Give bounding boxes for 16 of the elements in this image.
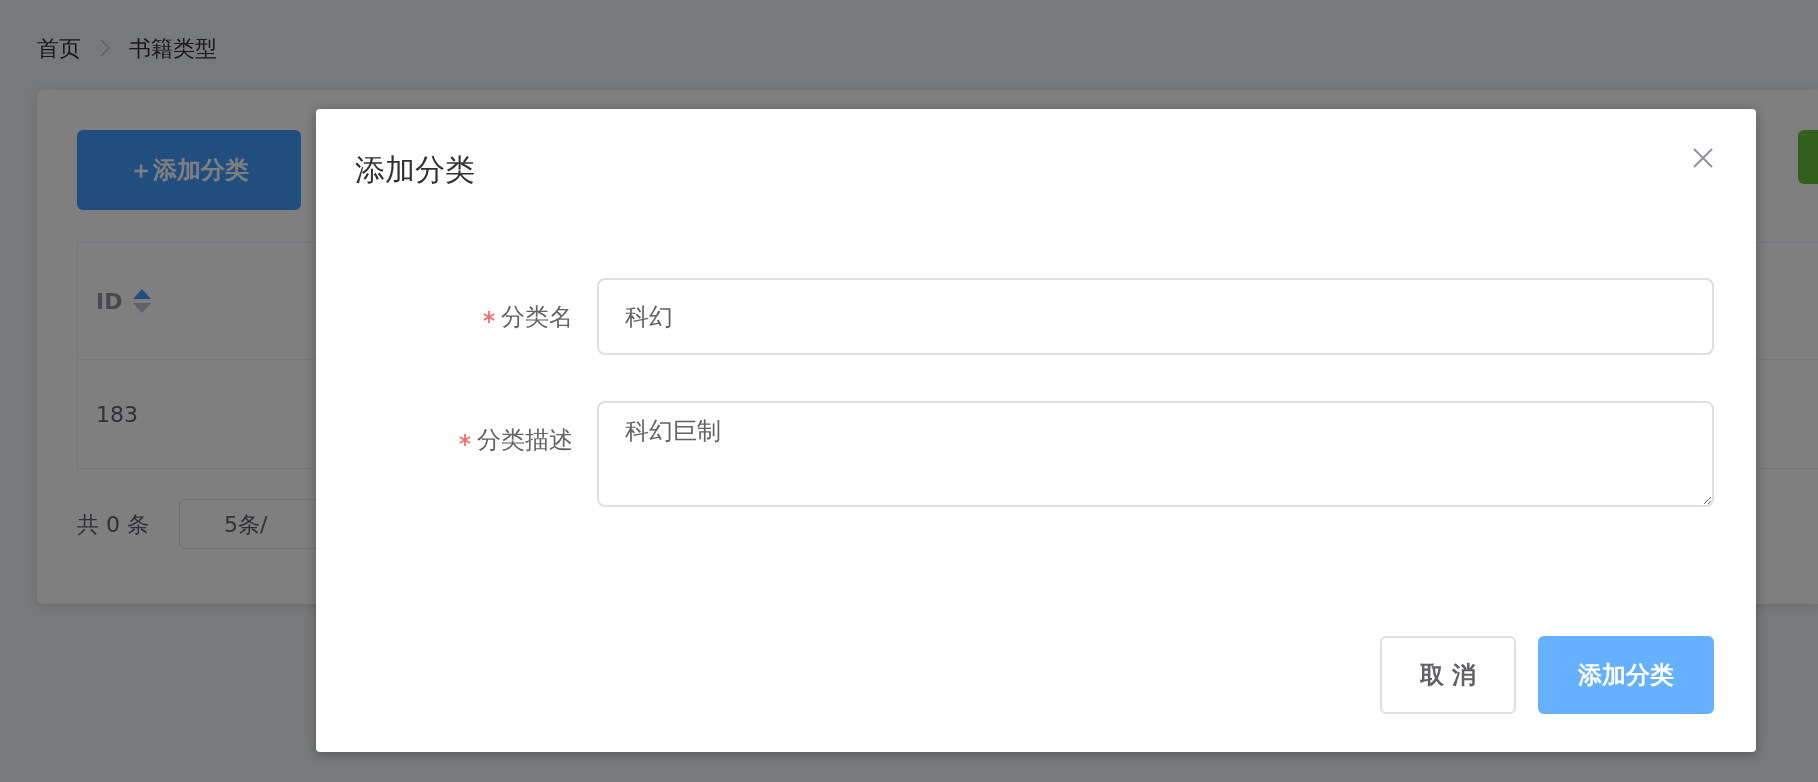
chevron-icon (99, 38, 111, 58)
submit-button[interactable]: 添加分类 (1538, 636, 1714, 714)
table-cell-text: 183 (96, 400, 138, 429)
breadcrumb-item[interactable]: 首页 (37, 31, 81, 65)
sort-icon[interactable] (132, 288, 153, 314)
description-field[interactable]: 科幻巨制 (597, 401, 1714, 507)
total-count: 共 0 条 (77, 510, 149, 539)
field-label: 分类名 (501, 301, 573, 333)
cancel-button[interactable]: 取 消 (1379, 636, 1516, 714)
name-field[interactable]: 科幻 (597, 278, 1714, 355)
breadcrumb-item[interactable]: 书籍类型 (129, 31, 217, 65)
close-icon[interactable] (1692, 147, 1714, 169)
action-button[interactable] (1798, 130, 1818, 184)
field-label: 分类描述 (477, 424, 573, 456)
dialog-title: 添加分类 (355, 151, 475, 189)
add-category-button[interactable]: ＋添加分类 (77, 130, 301, 210)
